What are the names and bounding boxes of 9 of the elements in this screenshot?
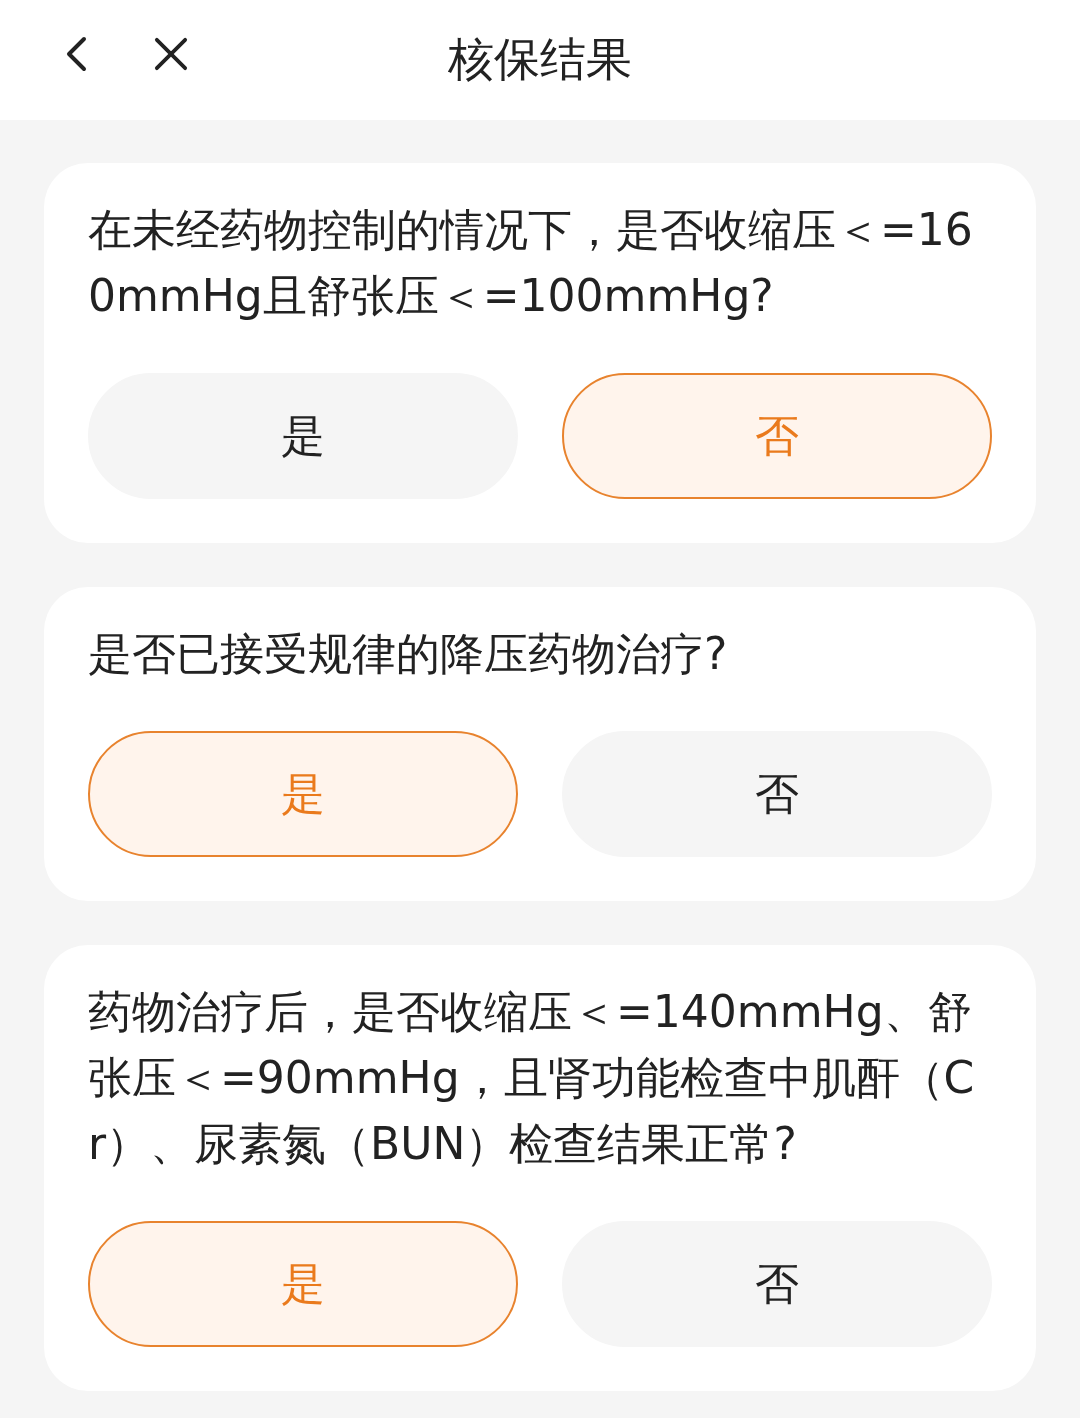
question-text: 是否已接受规律的降压药物治疗? [88,627,729,681]
close-icon[interactable] [154,37,188,71]
question-text: 药物治疗后，是否收缩压＜=140mmHg、舒张压＜=90mmHg，且肾功能检查中肌酐（Cr）、尿素氮（BUN）检查结果正常? [88,985,976,1171]
answer-option-button[interactable]: 否 [562,1221,992,1347]
question-text: 在未经药物控制的情况下，是否收缩压＜=160mmHg且舒张压＜=100mmHg? [88,203,974,323]
answer-option-button[interactable]: 否 [562,731,992,857]
answer-option-button[interactable]: 是 [88,373,518,499]
page-title: 核保结果 [448,31,632,88]
back-icon[interactable] [64,36,88,72]
